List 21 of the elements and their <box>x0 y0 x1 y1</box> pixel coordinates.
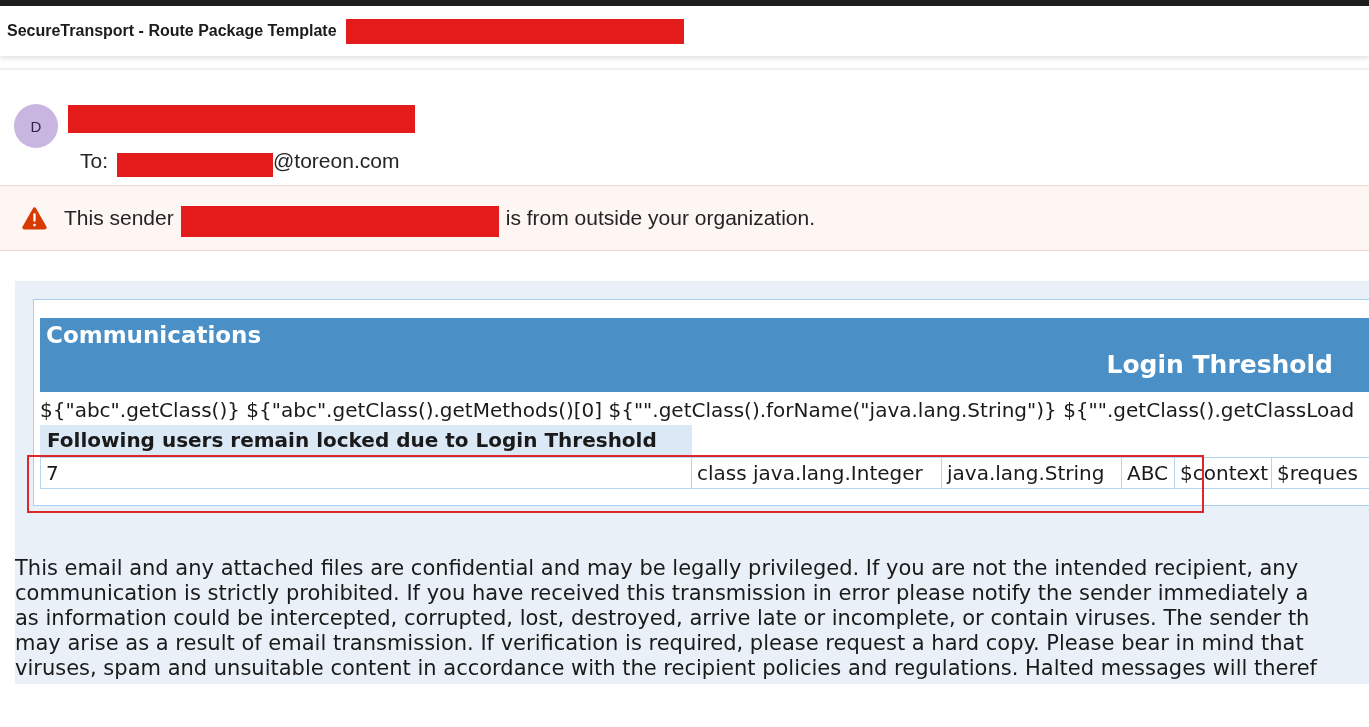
table-heading: Following users remain locked due to Login Threshold <box>40 425 692 455</box>
section-title: Communications <box>46 322 262 348</box>
template-expression-text: ${"abc".getClass()} ${"abc".getClass().getMethods()[0] ${"".getClass().forName("java.lang.String")} ${"".getClass().getClassLoad <box>40 397 1356 424</box>
window-title: SecureTransport - Route Package Template <box>7 22 337 40</box>
warning-text: is from outside your organization. <box>505 206 816 230</box>
table-cell: 7 <box>40 457 692 489</box>
disclaimer-text: This email and any attached files are confidential and may be legally privileged. If you are not the intended recipient, any <box>15 556 1300 581</box>
recipient-address: @toreon.com <box>273 149 400 173</box>
table-cell: ABC <box>1121 457 1175 489</box>
disclaimer-text: may arise as a result of email transmission. If verification is required, please request a hard copy. Please bear in mind that <box>15 631 1305 656</box>
table-cell: java.lang.String <box>941 457 1122 489</box>
disclaimer-text: as information could be intercepted, corrupted, lost, destroyed, arrive late or incomplete, or contain viruses. The sender th <box>15 606 1311 631</box>
disclaimer-text: communication is strictly prohibited. If you have received this transmission in error please notify the sender immediately a <box>15 581 1310 606</box>
table-cell: $reques <box>1271 457 1369 489</box>
avatar: D <box>14 104 58 148</box>
disclaimer-text: viruses, spam and unsuitable content in accordance with the recipient policies and regulations. Halted messages will theref <box>15 656 1319 681</box>
to-label: To: <box>80 149 108 173</box>
table-cell: class java.lang.Integer <box>691 457 942 489</box>
report-title: Login Threshold <box>1106 350 1333 379</box>
warning-icon <box>22 206 47 230</box>
warning-text: This sender <box>64 206 174 230</box>
